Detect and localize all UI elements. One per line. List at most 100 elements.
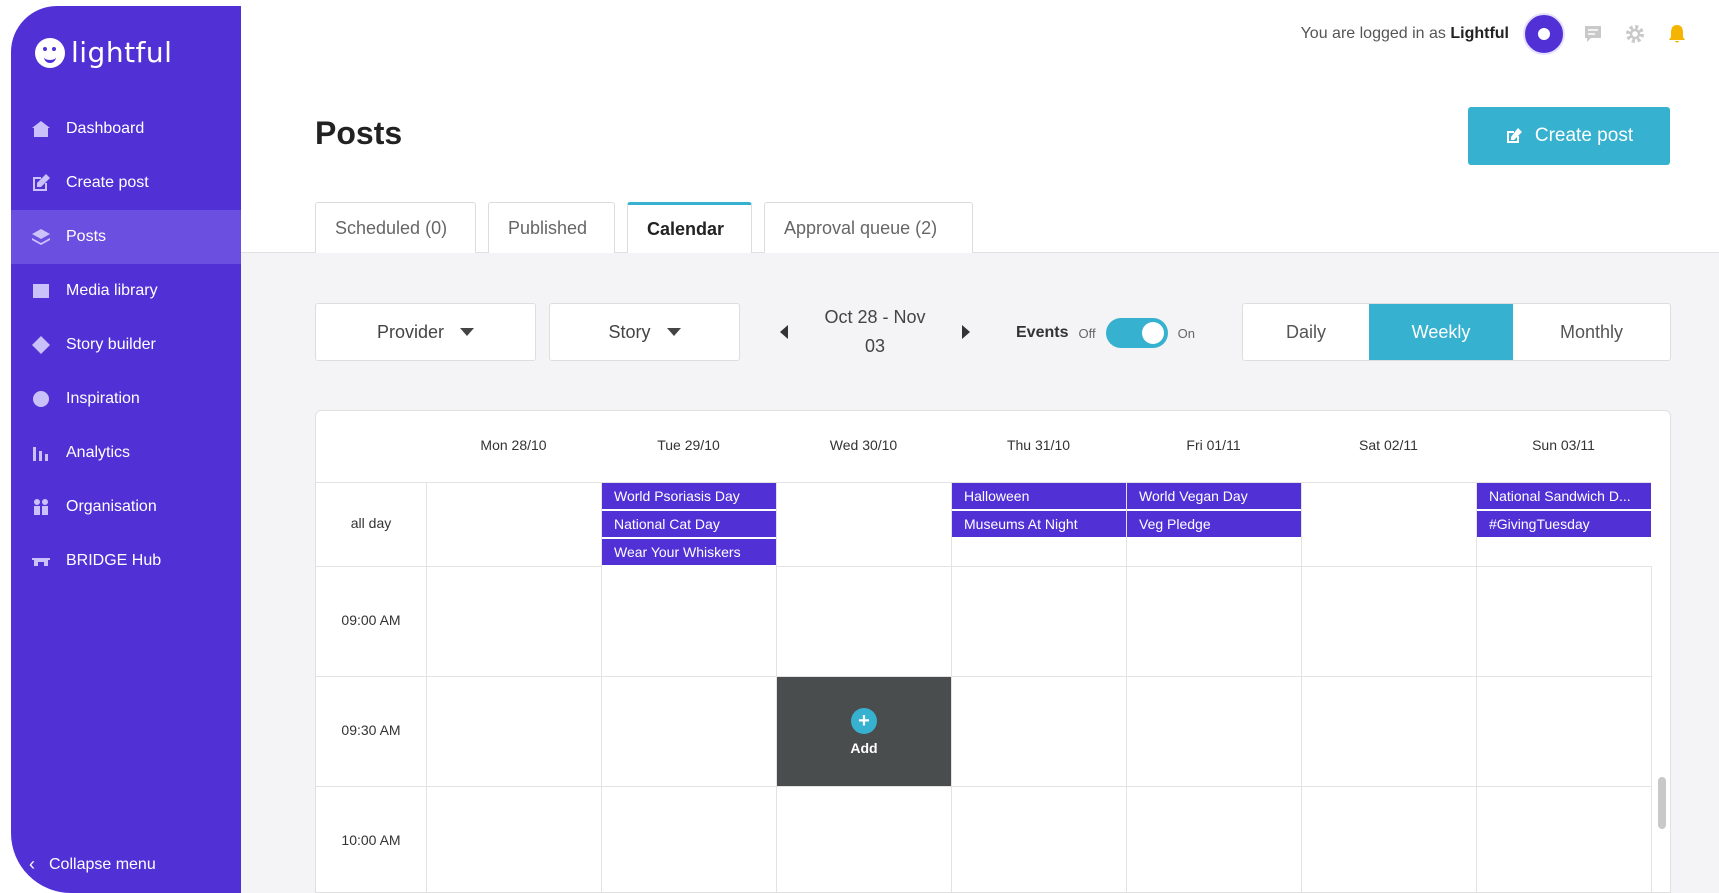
login-status: You are logged in as Lightful [1301, 25, 1509, 43]
grid-line [1651, 566, 1652, 892]
provider-dropdown[interactable]: Provider [315, 303, 536, 361]
layers-icon [30, 226, 52, 248]
user-name: Lightful [1450, 25, 1509, 42]
chevron-down-icon [460, 328, 475, 336]
plus-icon: + [851, 707, 877, 734]
avatar[interactable] [1523, 13, 1565, 55]
grid-line [1476, 482, 1477, 892]
edit-icon [1506, 128, 1522, 143]
day-header: Sun 03/11 [1532, 437, 1595, 453]
time-label: 09:30 AM [341, 722, 401, 738]
date-range: Oct 28 - Nov 03 [815, 303, 935, 361]
add-label: Add [850, 739, 878, 756]
day-header: Sat 02/11 [1359, 437, 1418, 453]
time-label: 09:00 AM [341, 612, 401, 628]
bridge-icon [30, 550, 52, 572]
events-off-label: Off [1078, 325, 1096, 341]
all-day-event[interactable]: World Vegan Day [1127, 483, 1301, 511]
day-header: Mon 28/10 [480, 437, 547, 453]
collapse-menu-button[interactable]: ‹ Collapse menu [29, 854, 156, 875]
events-toggle-group: Events Off On [1016, 318, 1195, 348]
posts-tabs: Scheduled (0) Published Calendar Approva… [315, 202, 973, 253]
day-header: Fri 01/11 [1186, 437, 1241, 453]
tab-published[interactable]: Published [488, 202, 615, 253]
create-post-label: Create post [1534, 125, 1634, 146]
sidebar-item-bridge-hub[interactable]: BRIDGE Hub [11, 534, 241, 588]
sidebar-item-label: Media library [66, 282, 158, 299]
sidebar-item-story-builder[interactable]: Story builder [11, 318, 241, 372]
login-prefix: You are logged in as [1300, 25, 1446, 42]
tab-calendar[interactable]: Calendar [627, 202, 752, 253]
story-label: Story [608, 321, 651, 342]
sidebar-item-posts[interactable]: Posts [11, 210, 241, 264]
grid-line [316, 676, 1651, 677]
sidebar-item-label: BRIDGE Hub [66, 552, 162, 569]
grid-line [316, 786, 1651, 787]
grid-line [426, 482, 427, 892]
grid-line [951, 482, 952, 892]
sidebar-item-label: Posts [66, 228, 107, 245]
create-post-button[interactable]: Create post [1468, 107, 1670, 165]
sidebar-item-inspiration[interactable]: Inspiration [11, 372, 241, 426]
sidebar-item-label: Create post [66, 174, 149, 191]
grid-line [316, 566, 1651, 567]
events-toggle[interactable] [1105, 318, 1168, 348]
sidebar-item-label: Organisation [66, 498, 157, 515]
tab-scheduled[interactable]: Scheduled (0) [315, 202, 476, 253]
day-header: Thu 31/10 [1006, 437, 1071, 453]
previous-week-icon[interactable] [780, 325, 788, 339]
all-day-event[interactable]: Halloween [952, 483, 1126, 511]
lightful-logo[interactable]: lightful [35, 36, 172, 69]
events-on-label: On [1177, 325, 1195, 341]
view-weekly-button[interactable]: Weekly [1369, 304, 1513, 360]
time-label: 10:00 AM [341, 832, 401, 848]
add-post-cell[interactable]: + Add [777, 677, 951, 786]
all-day-event[interactable]: World Psoriasis Day [602, 483, 776, 511]
date-range-line-2: 03 [864, 336, 886, 356]
day-header: Wed 30/10 [829, 437, 898, 453]
sidebar-item-media-library[interactable]: Media library [11, 264, 241, 318]
sidebar-item-analytics[interactable]: Analytics [11, 426, 241, 480]
all-day-event[interactable]: National Cat Day [602, 511, 776, 539]
sidebar-nav: Dashboard Create post Posts Media librar… [11, 102, 241, 588]
chevron-down-icon [666, 328, 681, 336]
story-dropdown[interactable]: Story [549, 303, 740, 361]
view-monthly-button[interactable]: Monthly [1513, 304, 1670, 360]
tab-approval-queue[interactable]: Approval queue (2) [764, 202, 973, 253]
date-range-line-1: Oct 28 - Nov [824, 307, 926, 327]
tab-label: Published [508, 217, 588, 238]
all-day-label: all day [350, 515, 392, 531]
next-week-icon[interactable] [962, 325, 970, 339]
sidebar-item-organisation[interactable]: Organisation [11, 480, 241, 534]
all-day-event[interactable]: National Sandwich D... [1477, 483, 1651, 511]
lightbulb-icon [30, 388, 52, 410]
grid-line [316, 482, 426, 483]
bell-icon[interactable] [1663, 20, 1691, 48]
all-day-event[interactable]: Museums At Night [952, 511, 1126, 539]
sidebar-item-label: Analytics [66, 444, 131, 461]
day-header: Tue 29/10 [657, 437, 720, 453]
story-icon [30, 334, 52, 356]
sidebar-item-create-post[interactable]: Create post [11, 156, 241, 210]
week-calendar: Mon 28/10 Tue 29/10 Wed 30/10 Thu 31/10 … [315, 410, 1671, 893]
sidebar-item-dashboard[interactable]: Dashboard [11, 102, 241, 156]
tab-label: Calendar [647, 218, 725, 239]
view-daily-button[interactable]: Daily [1243, 304, 1369, 360]
events-label: Events [1016, 324, 1069, 341]
gear-icon[interactable] [1621, 20, 1649, 48]
sidebar-item-label: Inspiration [66, 390, 140, 407]
home-icon [30, 118, 52, 140]
grid-line [1126, 482, 1127, 892]
logo-text: lightful [71, 36, 173, 69]
all-day-event[interactable]: Wear Your Whiskers [602, 539, 776, 567]
logo-icon [35, 37, 65, 68]
messages-icon[interactable] [1579, 20, 1607, 48]
all-day-event[interactable]: Veg Pledge [1127, 511, 1301, 539]
all-day-event[interactable]: #GivingTuesday [1477, 511, 1651, 539]
grid-line [1301, 482, 1302, 892]
provider-label: Provider [376, 321, 445, 342]
calendar-scrollbar[interactable] [1658, 777, 1666, 829]
date-navigator: Oct 28 - Nov 03 [780, 303, 970, 361]
avatar-icon [1538, 28, 1550, 40]
collapse-menu-label: Collapse menu [49, 855, 156, 873]
